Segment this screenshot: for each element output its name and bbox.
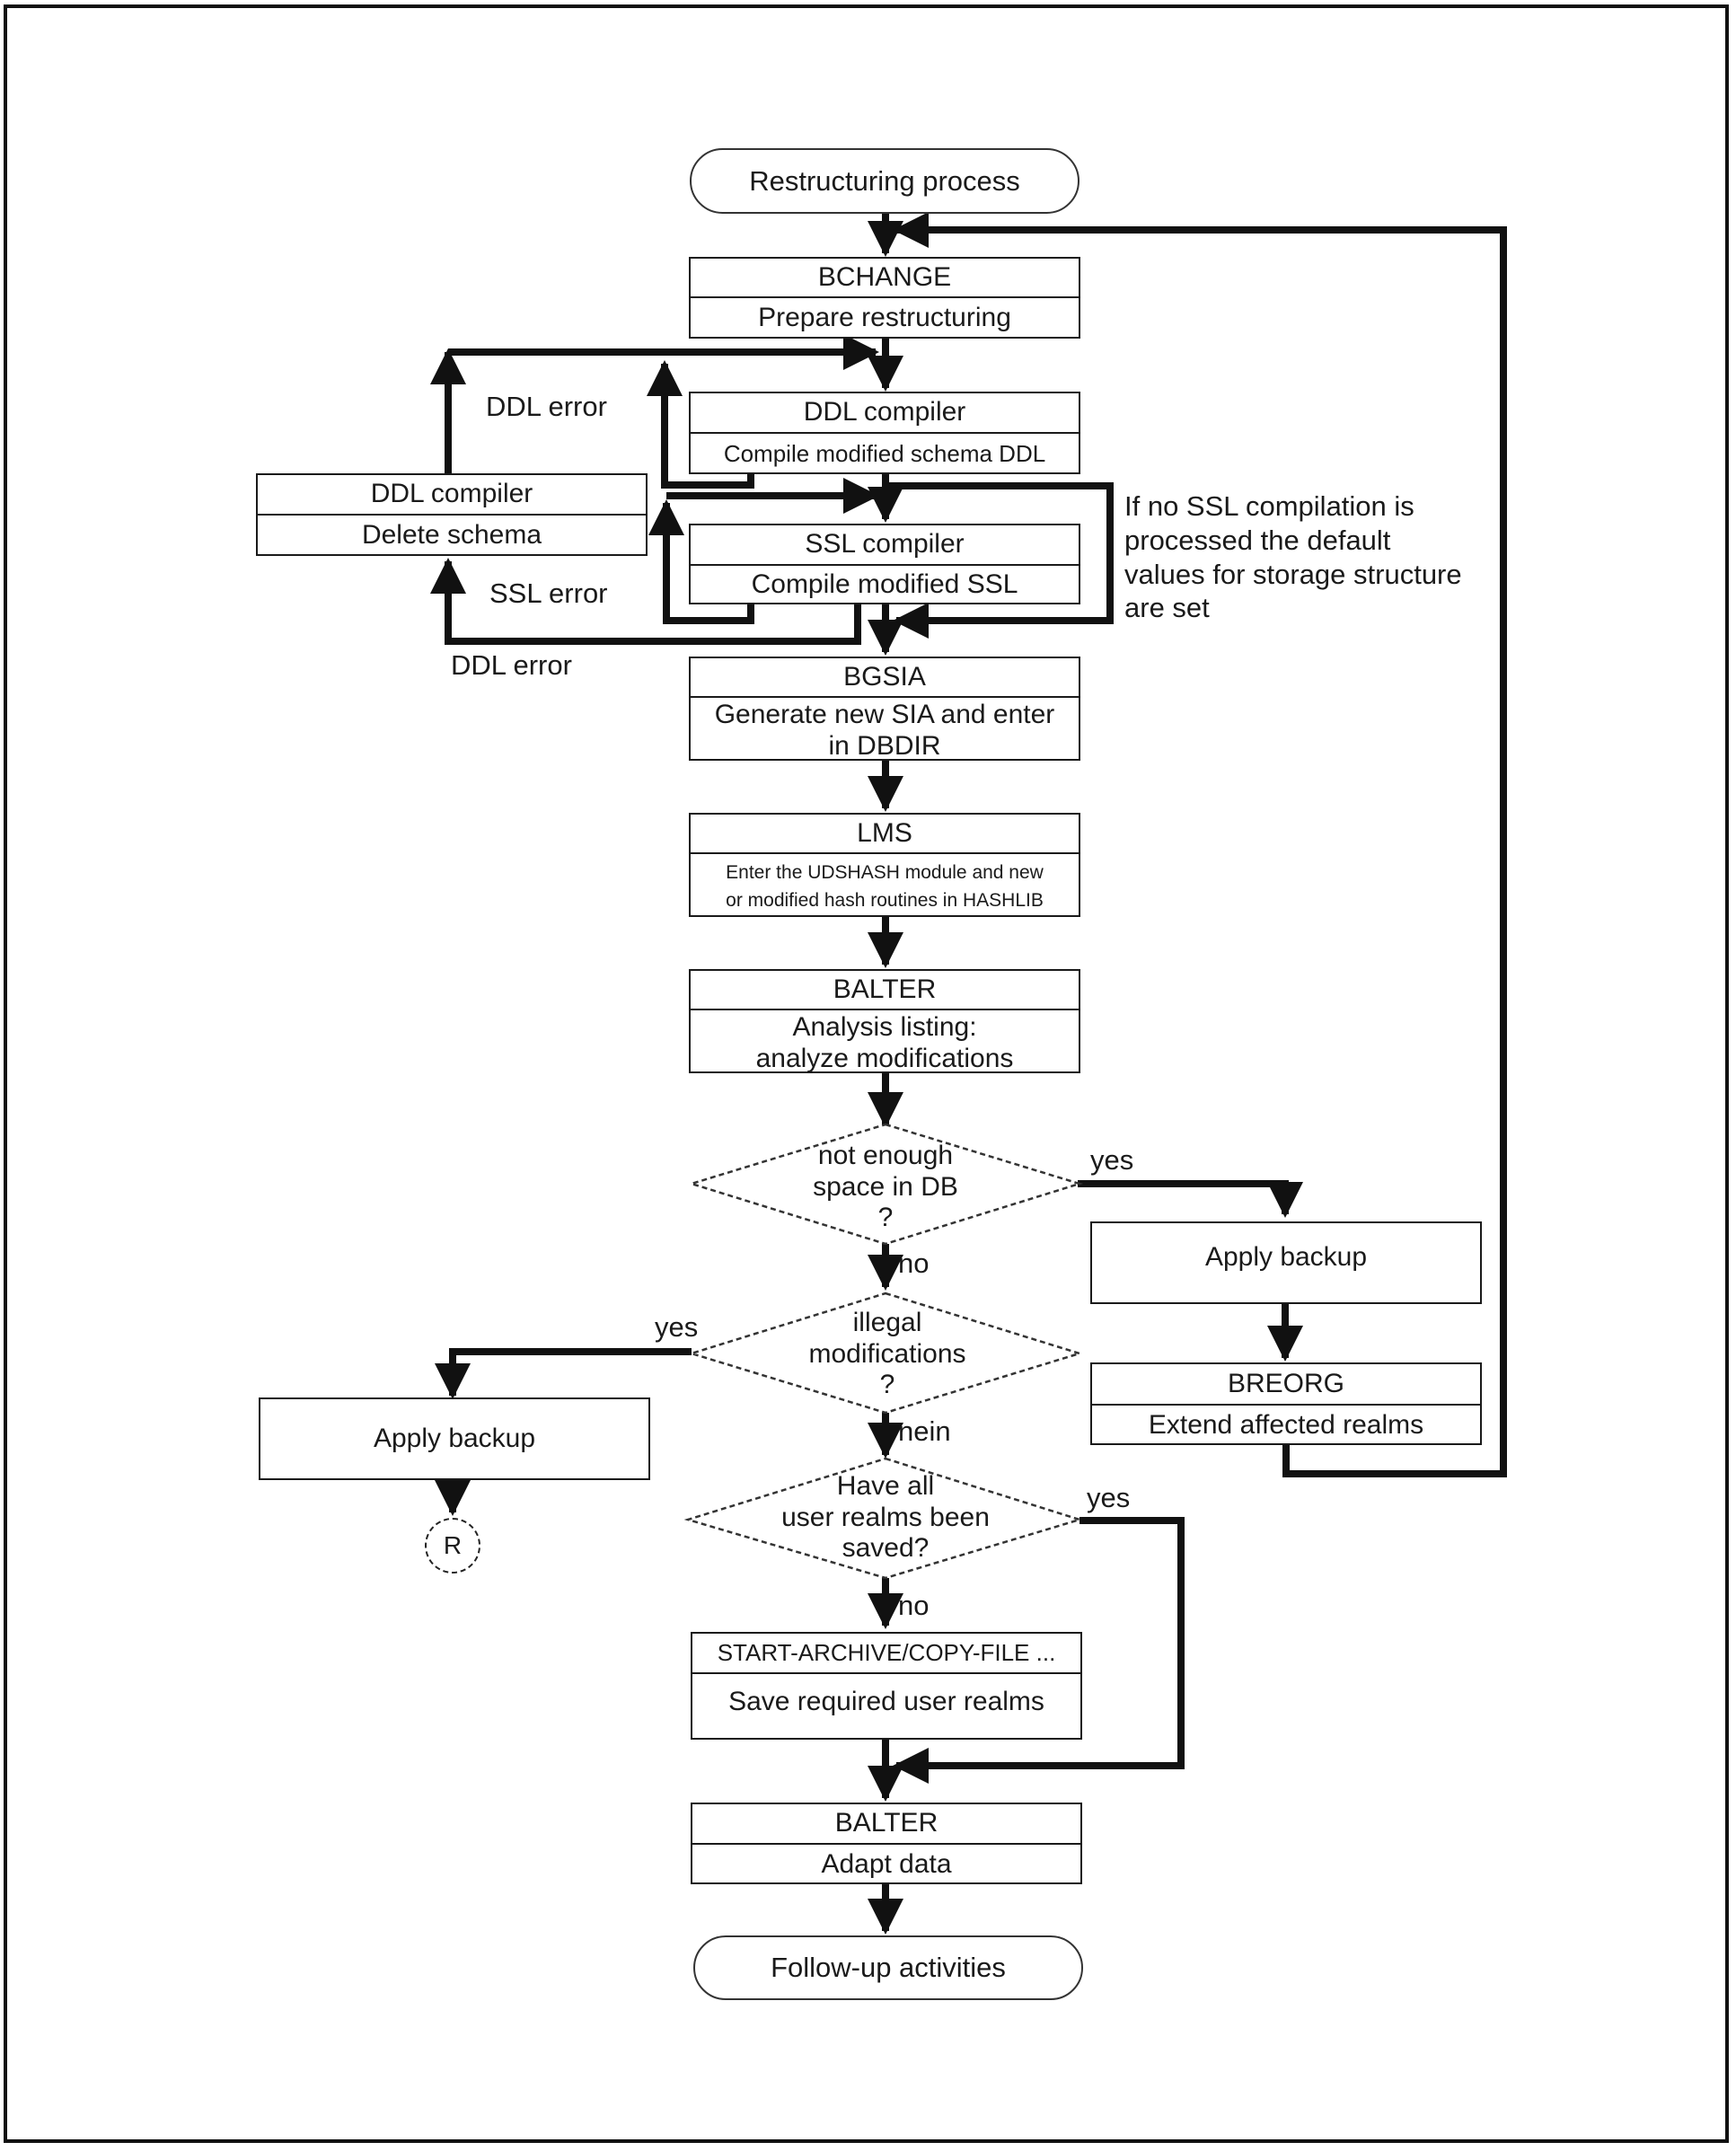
step-ddl-delete-desc: Delete schema (361, 520, 542, 551)
step-balter-adapt: BALTER Adapt data (691, 1803, 1082, 1884)
connector-r: R (425, 1518, 480, 1574)
step-ddl-delete-title: DDL compiler (258, 475, 646, 516)
decision-illegal-line2: modifications (808, 1338, 966, 1369)
decision-saved-line1: Have all (836, 1471, 935, 1501)
label-ssl-error: SSL error (489, 577, 608, 609)
step-bgsia-desc-line2: in DBDIR (828, 731, 941, 761)
step-bgsia-desc-line1: Generate new SIA and enter (714, 700, 1055, 729)
step-archive: START-ARCHIVE/COPY-FILE ... Save require… (691, 1632, 1082, 1740)
label-space-no: no (898, 1247, 930, 1279)
step-ssl-compile-desc: Compile modified SSL (751, 569, 1018, 600)
decision-space-line2: space in DB (813, 1171, 958, 1202)
step-bchange-desc: Prepare restructuring (758, 303, 1011, 333)
step-bchange-title: BCHANGE (691, 259, 1079, 298)
step-ddl-delete-schema: DDL compiler Delete schema (256, 473, 648, 556)
step-ddl-compile-title: DDL compiler (691, 393, 1079, 434)
label-ddl-error-bottom: DDL error (451, 649, 572, 681)
decision-space-line1: not enough (817, 1141, 954, 1170)
label-saved-no: no (898, 1590, 930, 1621)
label-illegal-no: nein (898, 1415, 951, 1447)
step-balter-analysis-desc-line1: Analysis listing: (792, 1012, 977, 1042)
arrow-space-yes (1078, 1180, 1303, 1218)
step-balter-analysis-desc-line2: analyze modifications (755, 1044, 1014, 1073)
step-breorg-desc: Extend affected realms (1148, 1409, 1424, 1440)
note-no-ssl-compilation: If no SSL compilation is processed the d… (1124, 489, 1462, 625)
decision-illegal-line1: illegal (852, 1308, 922, 1337)
decision-saved-text: Have all user realms been saved? (751, 1471, 1020, 1565)
step-lms: LMS Enter the UDSHASH module and new or … (689, 813, 1080, 917)
step-ssl-compile: SSL compiler Compile modified SSL (689, 524, 1080, 604)
label-saved-yes: yes (1087, 1482, 1131, 1513)
note-line3: values for storage structure (1124, 558, 1462, 590)
step-bgsia-title: BGSIA (691, 658, 1079, 698)
step-balter-adapt-title: BALTER (692, 1804, 1080, 1845)
step-breorg: BREORG Extend affected realms (1090, 1362, 1482, 1445)
step-lms-desc-line1: Enter the UDSHASH module and new (726, 862, 1044, 883)
decision-space-text: not enough space in DB ? (751, 1141, 1020, 1234)
step-breorg-title: BREORG (1092, 1364, 1480, 1406)
note-line1: If no SSL compilation is (1124, 490, 1414, 522)
step-balter-adapt-desc: Adapt data (821, 1848, 952, 1879)
step-ddl-compile-desc: Compile modified schema DDL (723, 439, 1046, 467)
label-illegal-yes: yes (655, 1311, 699, 1343)
decision-illegal-text: illegal modifications ? (753, 1308, 1022, 1401)
decision-space-line3: ? (877, 1203, 894, 1232)
end-terminal: Follow-up activities (693, 1935, 1083, 2000)
step-archive-title: START-ARCHIVE/COPY-FILE ... (692, 1634, 1080, 1674)
decision-saved-line3: saved? (842, 1533, 930, 1563)
step-bchange: BCHANGE Prepare restructuring (689, 257, 1080, 339)
step-apply-backup-right-desc: Apply backup (1204, 1241, 1368, 1272)
step-balter-analysis: BALTER Analysis listing: analyze modific… (689, 969, 1080, 1073)
decision-saved-line2: user realms been (781, 1502, 990, 1532)
end-label: Follow-up activities (771, 1952, 1006, 1983)
step-ssl-compile-title: SSL compiler (691, 525, 1079, 566)
label-space-yes: yes (1090, 1144, 1134, 1176)
arrow-illegal-yes (435, 1348, 692, 1399)
note-line2: processed the default (1124, 524, 1391, 556)
step-bgsia: BGSIA Generate new SIA and enter in DBDI… (689, 657, 1080, 761)
step-apply-backup-right: Apply backup (1090, 1221, 1482, 1304)
note-line4: are set (1124, 592, 1210, 624)
step-ddl-compile: DDL compiler Compile modified schema DDL (689, 392, 1080, 474)
step-lms-desc-line2: or modified hash routines in HASHLIB (726, 890, 1044, 911)
step-archive-desc: Save required user realms (728, 1687, 1044, 1717)
start-terminal: Restructuring process (690, 148, 1079, 214)
step-balter-analysis-title: BALTER (691, 971, 1079, 1010)
decision-illegal-line3: ? (879, 1370, 895, 1399)
step-lms-title: LMS (691, 815, 1079, 854)
label-ddl-error-top: DDL error (486, 391, 607, 422)
connector-r-label: R (443, 1531, 463, 1559)
step-apply-backup-left-desc: Apply backup (373, 1423, 536, 1453)
step-apply-backup-left: Apply backup (259, 1397, 650, 1480)
start-label: Restructuring process (749, 164, 1020, 197)
